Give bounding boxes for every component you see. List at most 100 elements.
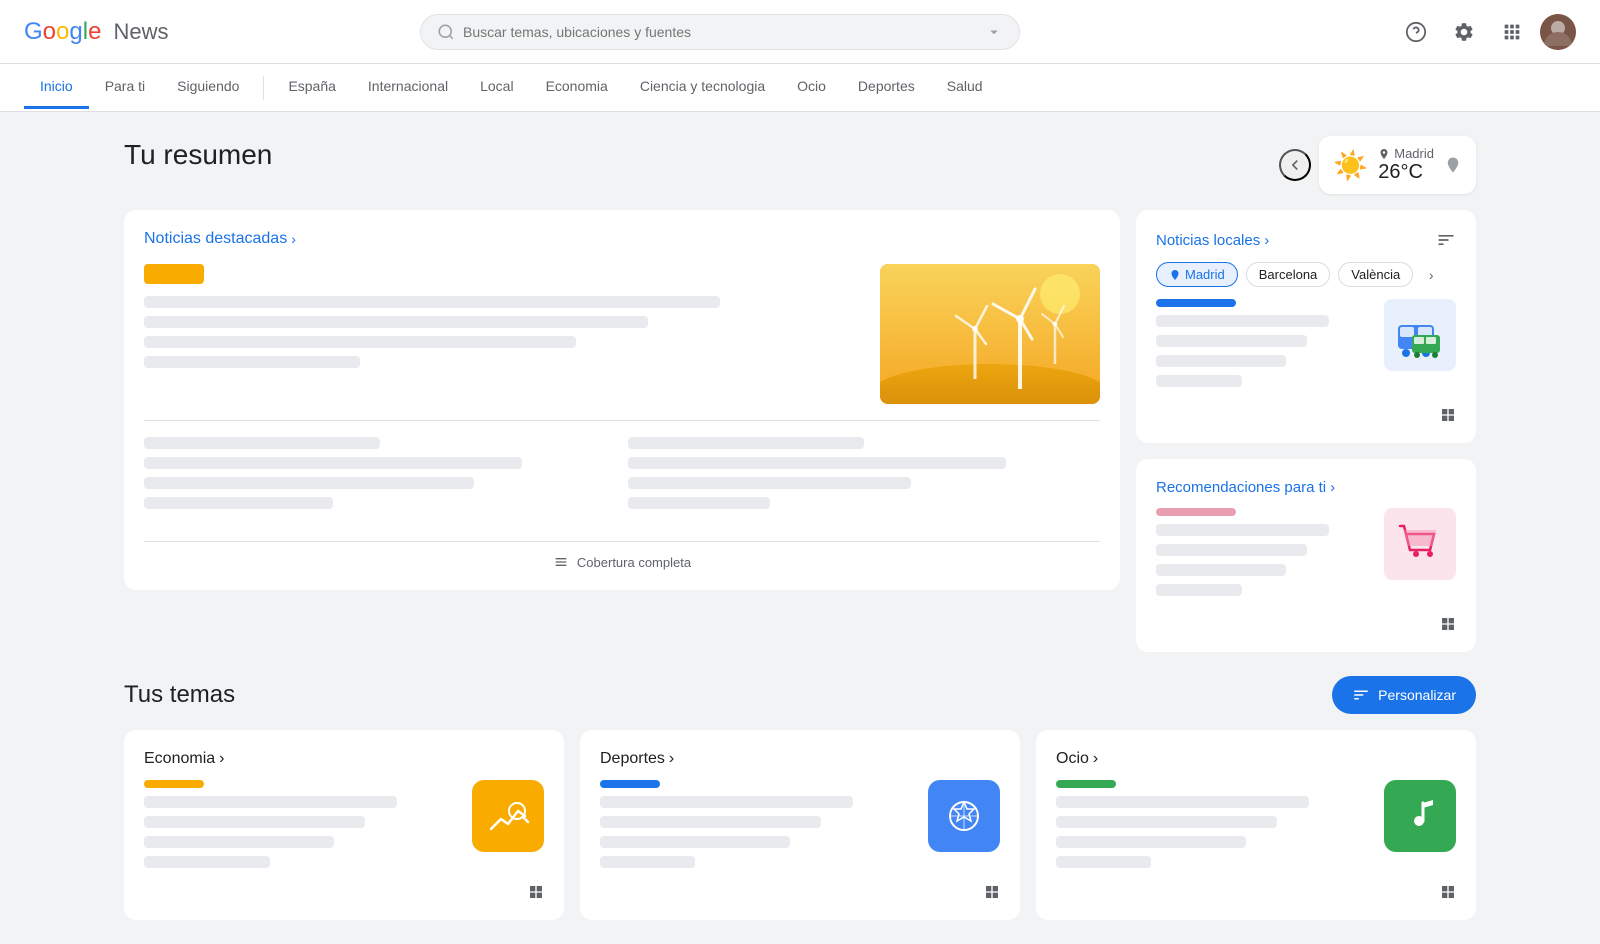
personalizar-icon — [1352, 686, 1370, 704]
weather-prev-button[interactable] — [1279, 149, 1311, 181]
rec-grid-icon[interactable] — [1440, 616, 1456, 632]
tema-economia-title[interactable]: Economia › — [144, 750, 224, 768]
pill-valencia[interactable]: València — [1338, 262, 1413, 287]
ocio-image — [1384, 780, 1456, 852]
avatar[interactable] — [1540, 14, 1576, 50]
tema-deportes-card: Deportes › — [580, 730, 1020, 920]
weather-location-icon[interactable] — [1444, 156, 1462, 174]
temas-grid: Economia › — [124, 730, 1476, 920]
featured-text — [144, 264, 864, 404]
nav-item-local[interactable]: Local — [464, 66, 529, 109]
featured-news-header: Noticias destacadas › — [144, 230, 1100, 248]
sub-article-1 — [144, 437, 616, 517]
tema-economia-card: Economia › — [124, 730, 564, 920]
deportes-icon-svg — [939, 791, 989, 841]
local-news-grid-icon[interactable] — [1440, 407, 1456, 423]
featured-sub-articles: Cobertura completa — [144, 420, 1100, 570]
nav-item-para-ti[interactable]: Para ti — [89, 66, 161, 109]
search-dropdown-icon[interactable] — [985, 23, 1003, 41]
article-headline-2 — [144, 316, 648, 328]
location-pills: Madrid Barcelona València › — [1156, 262, 1456, 287]
sub-source-2 — [628, 437, 864, 449]
dep-date — [600, 856, 695, 868]
settings-button[interactable] — [1444, 12, 1484, 52]
weather-icon: ☀️ — [1333, 149, 1368, 182]
economia-grid-icon[interactable] — [528, 884, 544, 900]
sub-source-1 — [144, 437, 380, 449]
personalizar-label: Personalizar — [1378, 687, 1456, 703]
dep-tag — [600, 780, 660, 788]
featured-news-title[interactable]: Noticias destacadas › — [144, 230, 296, 248]
apps-button[interactable] — [1492, 12, 1532, 52]
rec-article-illustration — [1390, 514, 1450, 574]
ocio-chevron: › — [1093, 750, 1098, 768]
ocio-grid-icon[interactable] — [1440, 884, 1456, 900]
deportes-chevron: › — [669, 750, 674, 768]
economia-text — [144, 780, 460, 876]
nav-item-economia[interactable]: Economia — [530, 66, 624, 109]
featured-news-card: Noticias destacadas › — [124, 210, 1120, 590]
nav-item-internacional[interactable]: Internacional — [352, 66, 464, 109]
local-article-illustration — [1390, 305, 1450, 365]
sub-article-2 — [628, 437, 1100, 517]
nav-item-inicio[interactable]: Inicio — [24, 66, 89, 109]
sub-headline-2c — [628, 497, 770, 509]
nav-item-siguiendo[interactable]: Siguiendo — [161, 66, 255, 109]
sub-headline-2b — [628, 477, 911, 489]
temas-header: Tus temas Personalizar — [124, 676, 1476, 714]
nav-item-salud[interactable]: Salud — [931, 66, 999, 109]
tema-economia-header: Economia › — [144, 750, 544, 768]
rec-source — [1156, 508, 1236, 516]
featured-image — [880, 264, 1100, 404]
rec-date — [1156, 584, 1242, 596]
cobertura-icon — [553, 554, 569, 570]
temas-title: Tus temas — [124, 681, 235, 709]
featured-main-article — [144, 264, 1100, 404]
nav-item-ciencia[interactable]: Ciencia y tecnologia — [624, 66, 781, 109]
tema-ocio-title[interactable]: Ocio › — [1056, 750, 1098, 768]
local-news-title[interactable]: Noticias locales › — [1156, 232, 1269, 249]
search-input[interactable] — [463, 24, 977, 40]
pill-barcelona[interactable]: Barcelona — [1246, 262, 1331, 287]
nav-item-espana[interactable]: España — [272, 66, 351, 109]
cobertura-completa-button[interactable]: Cobertura completa — [144, 541, 1100, 570]
weather-info: Madrid 26°C — [1378, 146, 1434, 184]
dep-headline-2 — [600, 816, 821, 828]
weather-temp: 26°C — [1378, 161, 1434, 184]
deportes-grid-icon[interactable] — [984, 884, 1000, 900]
economia-icon-svg — [483, 791, 533, 841]
locations-more-button[interactable]: › — [1421, 265, 1441, 285]
search-icon — [437, 23, 455, 41]
local-news-filter-icon[interactable] — [1436, 230, 1456, 250]
left-column: Noticias destacadas › — [124, 210, 1120, 668]
header: Google News — [0, 0, 1600, 64]
econ-headline-3 — [144, 836, 334, 848]
econ-headline-2 — [144, 816, 365, 828]
sub-headline-2a — [628, 457, 1006, 469]
dep-headline-3 — [600, 836, 790, 848]
article-headline-1 — [144, 296, 720, 308]
sub-headline-1a — [144, 457, 522, 469]
nav-item-ocio[interactable]: Ocio — [781, 66, 842, 109]
search-bar[interactable] — [420, 14, 1020, 50]
local-news-chevron: › — [1264, 232, 1269, 249]
sub-headline-1b — [144, 477, 474, 489]
recommendations-chevron: › — [1330, 479, 1335, 496]
recommendations-title[interactable]: Recomendaciones para ti › — [1156, 479, 1335, 496]
pill-madrid[interactable]: Madrid — [1156, 262, 1238, 287]
logo-area: Google News — [24, 18, 224, 46]
tema-deportes-title[interactable]: Deportes › — [600, 750, 674, 768]
main-content: Tu resumen ☀️ Madrid 26°C — [100, 112, 1500, 944]
wind-turbine-illustration — [880, 264, 1100, 404]
tema-ocio-card: Ocio › — [1036, 730, 1476, 920]
nav-item-deportes[interactable]: Deportes — [842, 66, 931, 109]
help-button[interactable] — [1396, 12, 1436, 52]
personalizar-button[interactable]: Personalizar — [1332, 676, 1476, 714]
rec-article-text — [1156, 508, 1372, 604]
economia-chevron: › — [219, 750, 224, 768]
ocio-headline-3 — [1056, 836, 1246, 848]
rec-headline-2 — [1156, 544, 1307, 556]
content-grid: Noticias destacadas › — [124, 210, 1476, 668]
page-title: Tu resumen — [124, 139, 272, 171]
sub-headline-1c — [144, 497, 333, 509]
